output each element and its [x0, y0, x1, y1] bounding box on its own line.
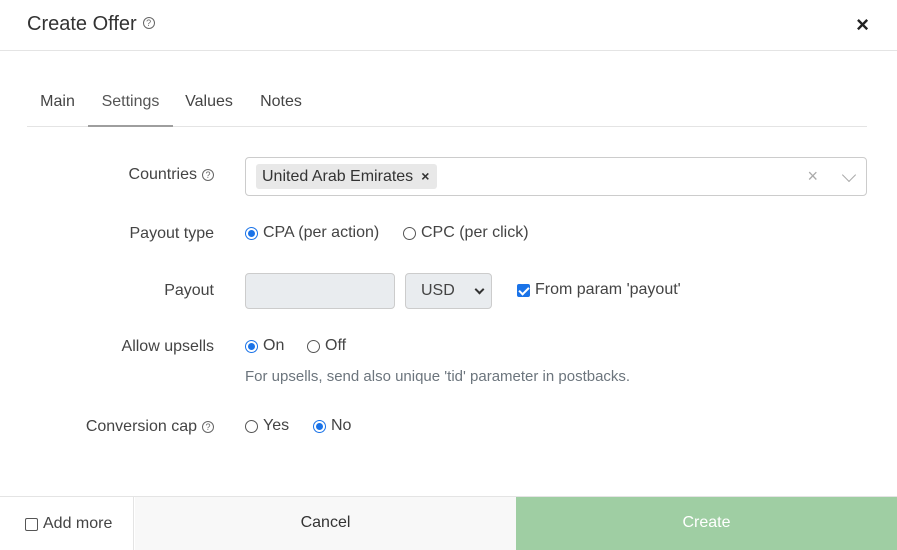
- radio-unchecked-icon[interactable]: [307, 339, 320, 353]
- clear-icon[interactable]: ×: [807, 166, 818, 187]
- modal-title: Create Offer?: [27, 13, 155, 36]
- tab-values[interactable]: Values: [173, 80, 245, 127]
- radio-label: No: [331, 417, 352, 434]
- radio-label: Yes: [263, 417, 290, 434]
- radio-label: CPA (per action): [263, 224, 380, 241]
- tab-main[interactable]: Main: [27, 80, 88, 127]
- countries-select[interactable]: United Arab Emirates × ×: [245, 157, 867, 196]
- conversion-cap-no-radio[interactable]: No: [313, 417, 351, 435]
- country-tag: United Arab Emirates ×: [256, 164, 438, 189]
- currency-value: USD: [421, 282, 455, 299]
- radio-unchecked-icon[interactable]: [403, 226, 416, 240]
- radio-checked-icon[interactable]: [245, 339, 258, 353]
- tab-bar: Main Settings Values Notes: [27, 80, 867, 127]
- upsells-hint: For upsells, send also unique 'tid' para…: [245, 368, 631, 385]
- payout-type-cpc-radio[interactable]: CPC (per click): [403, 224, 529, 242]
- add-more-label: Add more: [43, 515, 113, 532]
- radio-label: CPC (per click): [421, 224, 529, 241]
- add-more-area: Add more: [0, 497, 134, 550]
- upsells-on-radio[interactable]: On: [245, 337, 284, 355]
- radio-checked-icon[interactable]: [245, 226, 258, 240]
- payout-label: Payout: [164, 282, 214, 299]
- checkbox-checked-icon[interactable]: [517, 283, 530, 297]
- conversion-cap-yes-radio[interactable]: Yes: [245, 417, 289, 435]
- close-icon[interactable]: ×: [856, 14, 869, 36]
- chevron-down-icon[interactable]: [841, 167, 857, 183]
- cancel-button[interactable]: Cancel: [135, 497, 516, 550]
- radio-label: Off: [325, 337, 347, 354]
- help-icon[interactable]: ?: [142, 16, 155, 29]
- upsells-off-radio[interactable]: Off: [307, 337, 346, 355]
- modal-footer: Add more Cancel Create: [0, 496, 897, 550]
- countries-label-text: Countries: [128, 166, 197, 183]
- help-icon[interactable]: ?: [202, 168, 214, 181]
- radio-checked-icon[interactable]: [313, 419, 326, 433]
- countries-label: Countries?: [129, 166, 214, 184]
- checkbox-unchecked-icon[interactable]: [25, 517, 38, 531]
- modal-title-text: Create Offer: [27, 13, 137, 35]
- create-button[interactable]: Create: [516, 497, 897, 550]
- radio-label: On: [263, 337, 285, 354]
- add-more-checkbox[interactable]: Add more: [25, 515, 112, 533]
- from-param-label: From param 'payout': [535, 281, 681, 298]
- tab-notes[interactable]: Notes: [248, 80, 314, 127]
- currency-select[interactable]: USD: [405, 273, 492, 309]
- tag-remove-icon[interactable]: ×: [421, 168, 429, 184]
- help-icon[interactable]: ?: [202, 420, 214, 433]
- conversion-cap-label-text: Conversion cap: [85, 418, 197, 435]
- payout-type-cpa-radio[interactable]: CPA (per action): [245, 224, 379, 242]
- country-tag-label: United Arab Emirates: [262, 168, 414, 185]
- radio-unchecked-icon[interactable]: [245, 419, 258, 433]
- modal-header: Create Offer? ×: [0, 0, 897, 51]
- tab-settings[interactable]: Settings: [88, 80, 173, 127]
- chevron-down-icon: [474, 284, 485, 295]
- payout-input[interactable]: [245, 273, 395, 309]
- conversion-cap-label: Conversion cap?: [86, 418, 214, 436]
- from-param-checkbox[interactable]: From param 'payout': [517, 281, 681, 299]
- payout-type-label: Payout type: [129, 225, 215, 242]
- allow-upsells-label: Allow upsells: [121, 338, 214, 355]
